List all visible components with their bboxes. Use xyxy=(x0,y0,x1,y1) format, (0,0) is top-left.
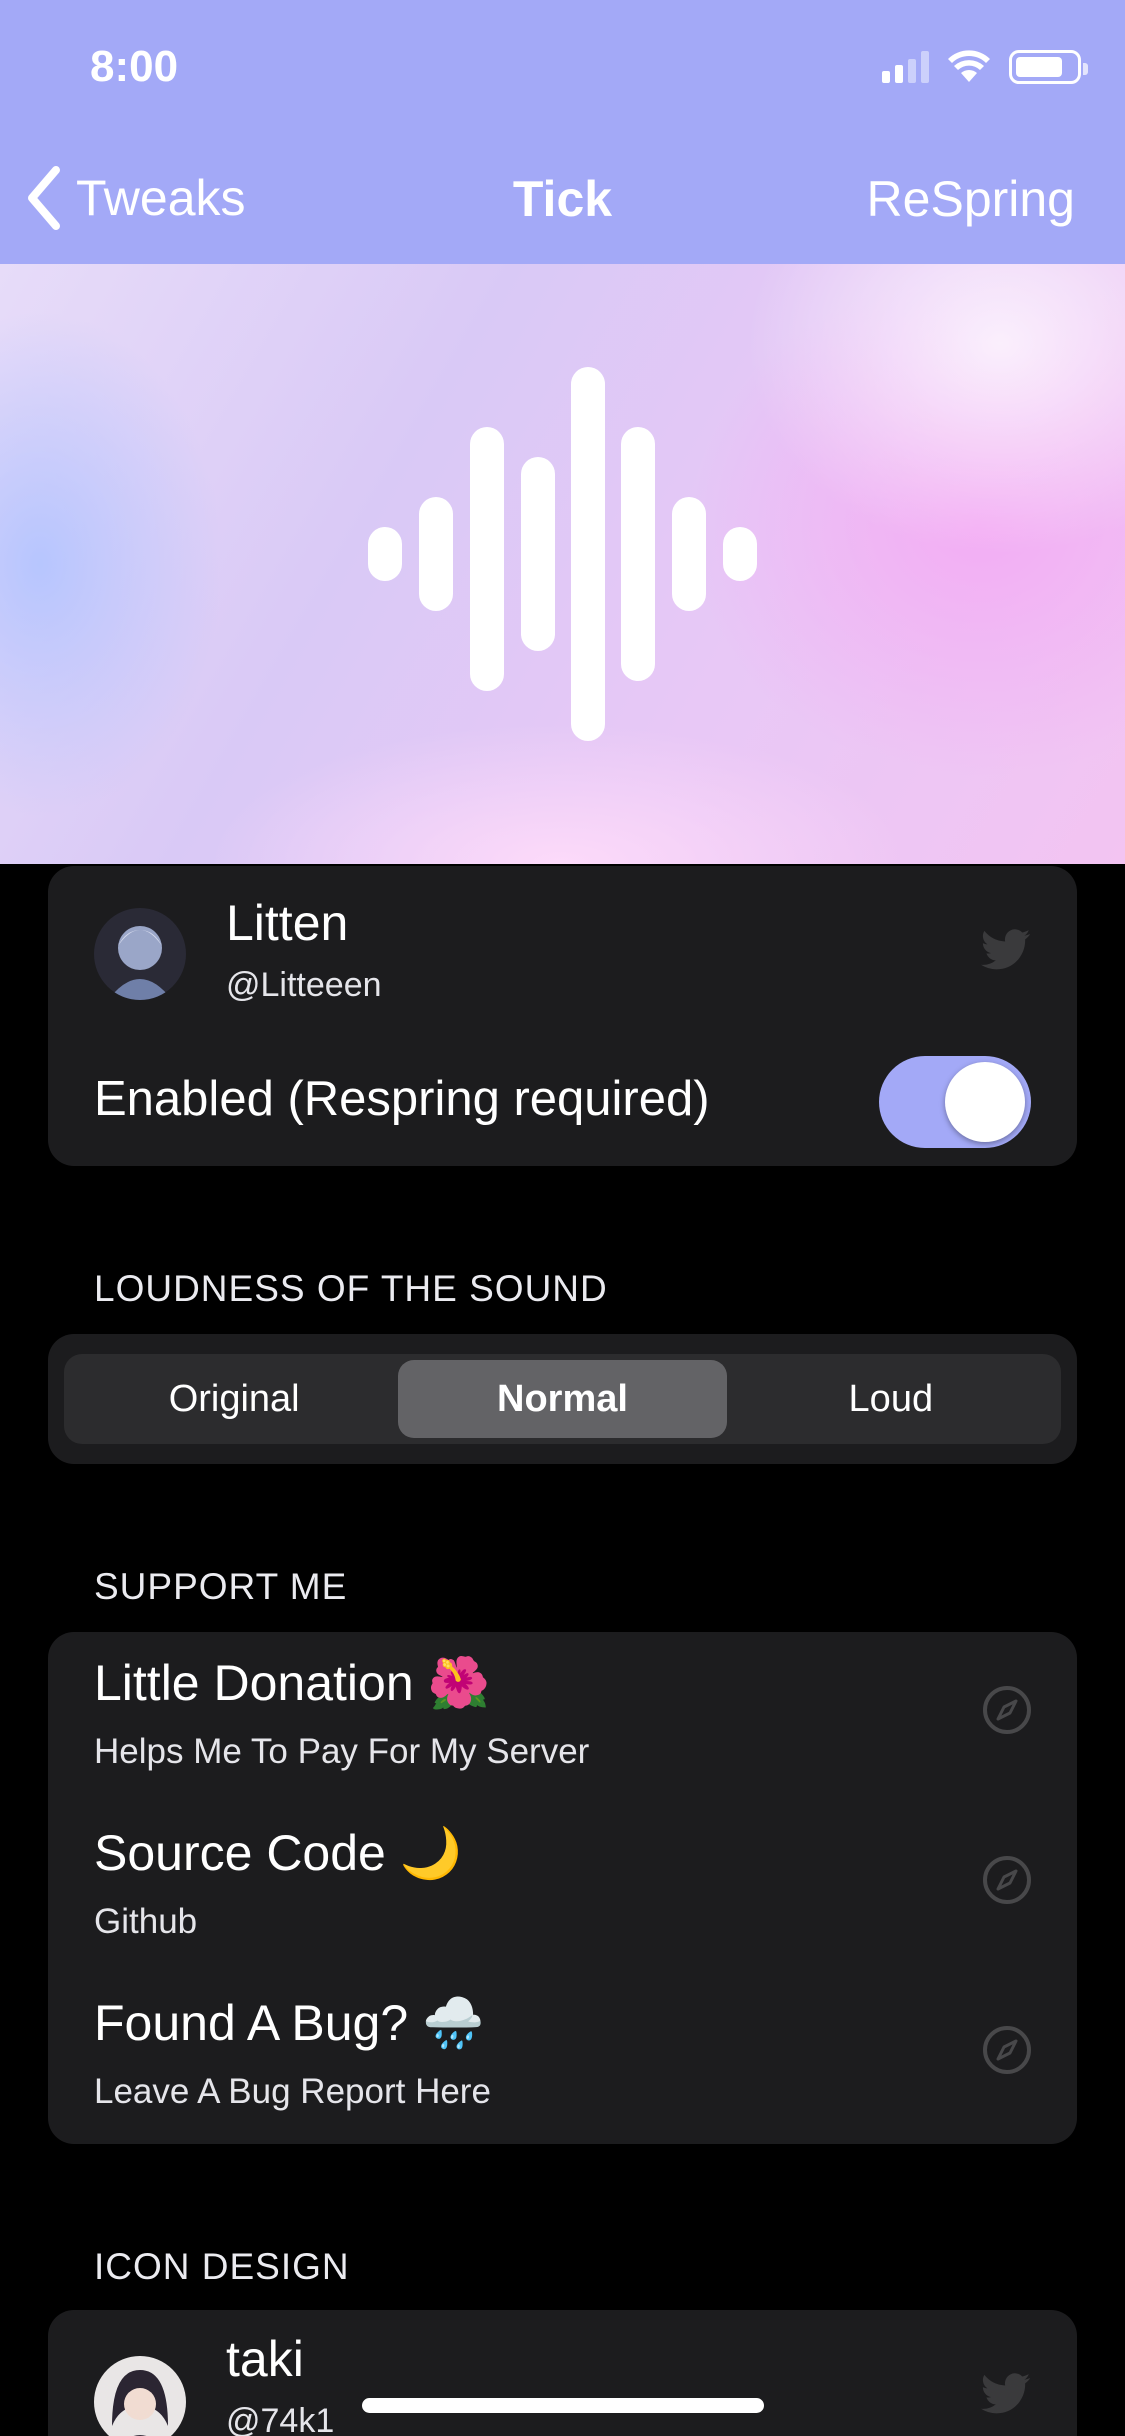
header-banner xyxy=(0,264,1125,864)
enabled-toggle[interactable] xyxy=(879,1056,1031,1148)
icon-design-section-title: ICON DESIGN xyxy=(94,2246,350,2287)
twitter-icon[interactable] xyxy=(981,2372,1031,2416)
status-time: 8:00 xyxy=(90,42,179,91)
enabled-label: Enabled (Respring required) xyxy=(94,1072,710,1126)
donation-title: Little Donation 🌺 xyxy=(94,1655,490,1711)
icon-designer-avatar[interactable] xyxy=(94,2356,186,2436)
battery-icon xyxy=(1009,50,1088,84)
source-code-title: Source Code 🌙 xyxy=(94,1825,462,1881)
cellular-signal-icon xyxy=(882,51,929,83)
wifi-icon xyxy=(948,50,990,82)
author-handle: @Litteeen xyxy=(226,966,382,1004)
home-indicator[interactable] xyxy=(362,2398,764,2413)
donation-subtitle: Helps Me To Pay For My Server xyxy=(94,1732,590,1771)
status-icons xyxy=(882,50,1088,84)
donation-link[interactable]: Little Donation 🌺 Helps Me To Pay For My… xyxy=(48,1632,1077,1802)
support-section-title: SUPPORT ME xyxy=(94,1566,348,1607)
author-name: Litten xyxy=(226,895,349,951)
icon-designer-handle: @74k1 xyxy=(226,2402,335,2436)
author-avatar[interactable] xyxy=(94,908,186,1000)
respring-button[interactable]: ReSpring xyxy=(867,170,1075,228)
twitter-icon[interactable] xyxy=(981,928,1031,972)
bug-report-title: Found A Bug? 🌧️ xyxy=(94,1995,485,2051)
loudness-segmented-control: Original Normal Loud xyxy=(64,1354,1061,1444)
icon-designer-name: taki xyxy=(226,2331,304,2387)
segment-loud[interactable]: Loud xyxy=(727,1360,1055,1438)
sound-wave-icon xyxy=(368,367,757,741)
compass-icon xyxy=(983,2026,1031,2074)
bug-report-subtitle: Leave A Bug Report Here xyxy=(94,2072,491,2111)
toggle-knob xyxy=(945,1062,1025,1142)
compass-icon xyxy=(983,1686,1031,1734)
loudness-card: Original Normal Loud xyxy=(48,1334,1077,1464)
source-code-link[interactable]: Source Code 🌙 Github xyxy=(48,1802,1077,1972)
support-card: Little Donation 🌺 Helps Me To Pay For My… xyxy=(48,1632,1077,2144)
navigation-bar: 8:00 Tweaks Tick ReSpring xyxy=(0,0,1125,264)
segment-normal[interactable]: Normal xyxy=(398,1360,727,1438)
icon-designer-card: taki @74k1 xyxy=(48,2310,1077,2436)
bug-report-link[interactable]: Found A Bug? 🌧️ Leave A Bug Report Here xyxy=(48,1972,1077,2142)
loudness-section-title: LOUDNESS OF THE SOUND xyxy=(94,1268,608,1309)
segment-original[interactable]: Original xyxy=(70,1360,398,1438)
compass-icon xyxy=(983,1856,1031,1904)
source-code-subtitle: Github xyxy=(94,1902,198,1941)
author-card: Litten @Litteeen Enabled (Respring requi… xyxy=(48,866,1077,1166)
